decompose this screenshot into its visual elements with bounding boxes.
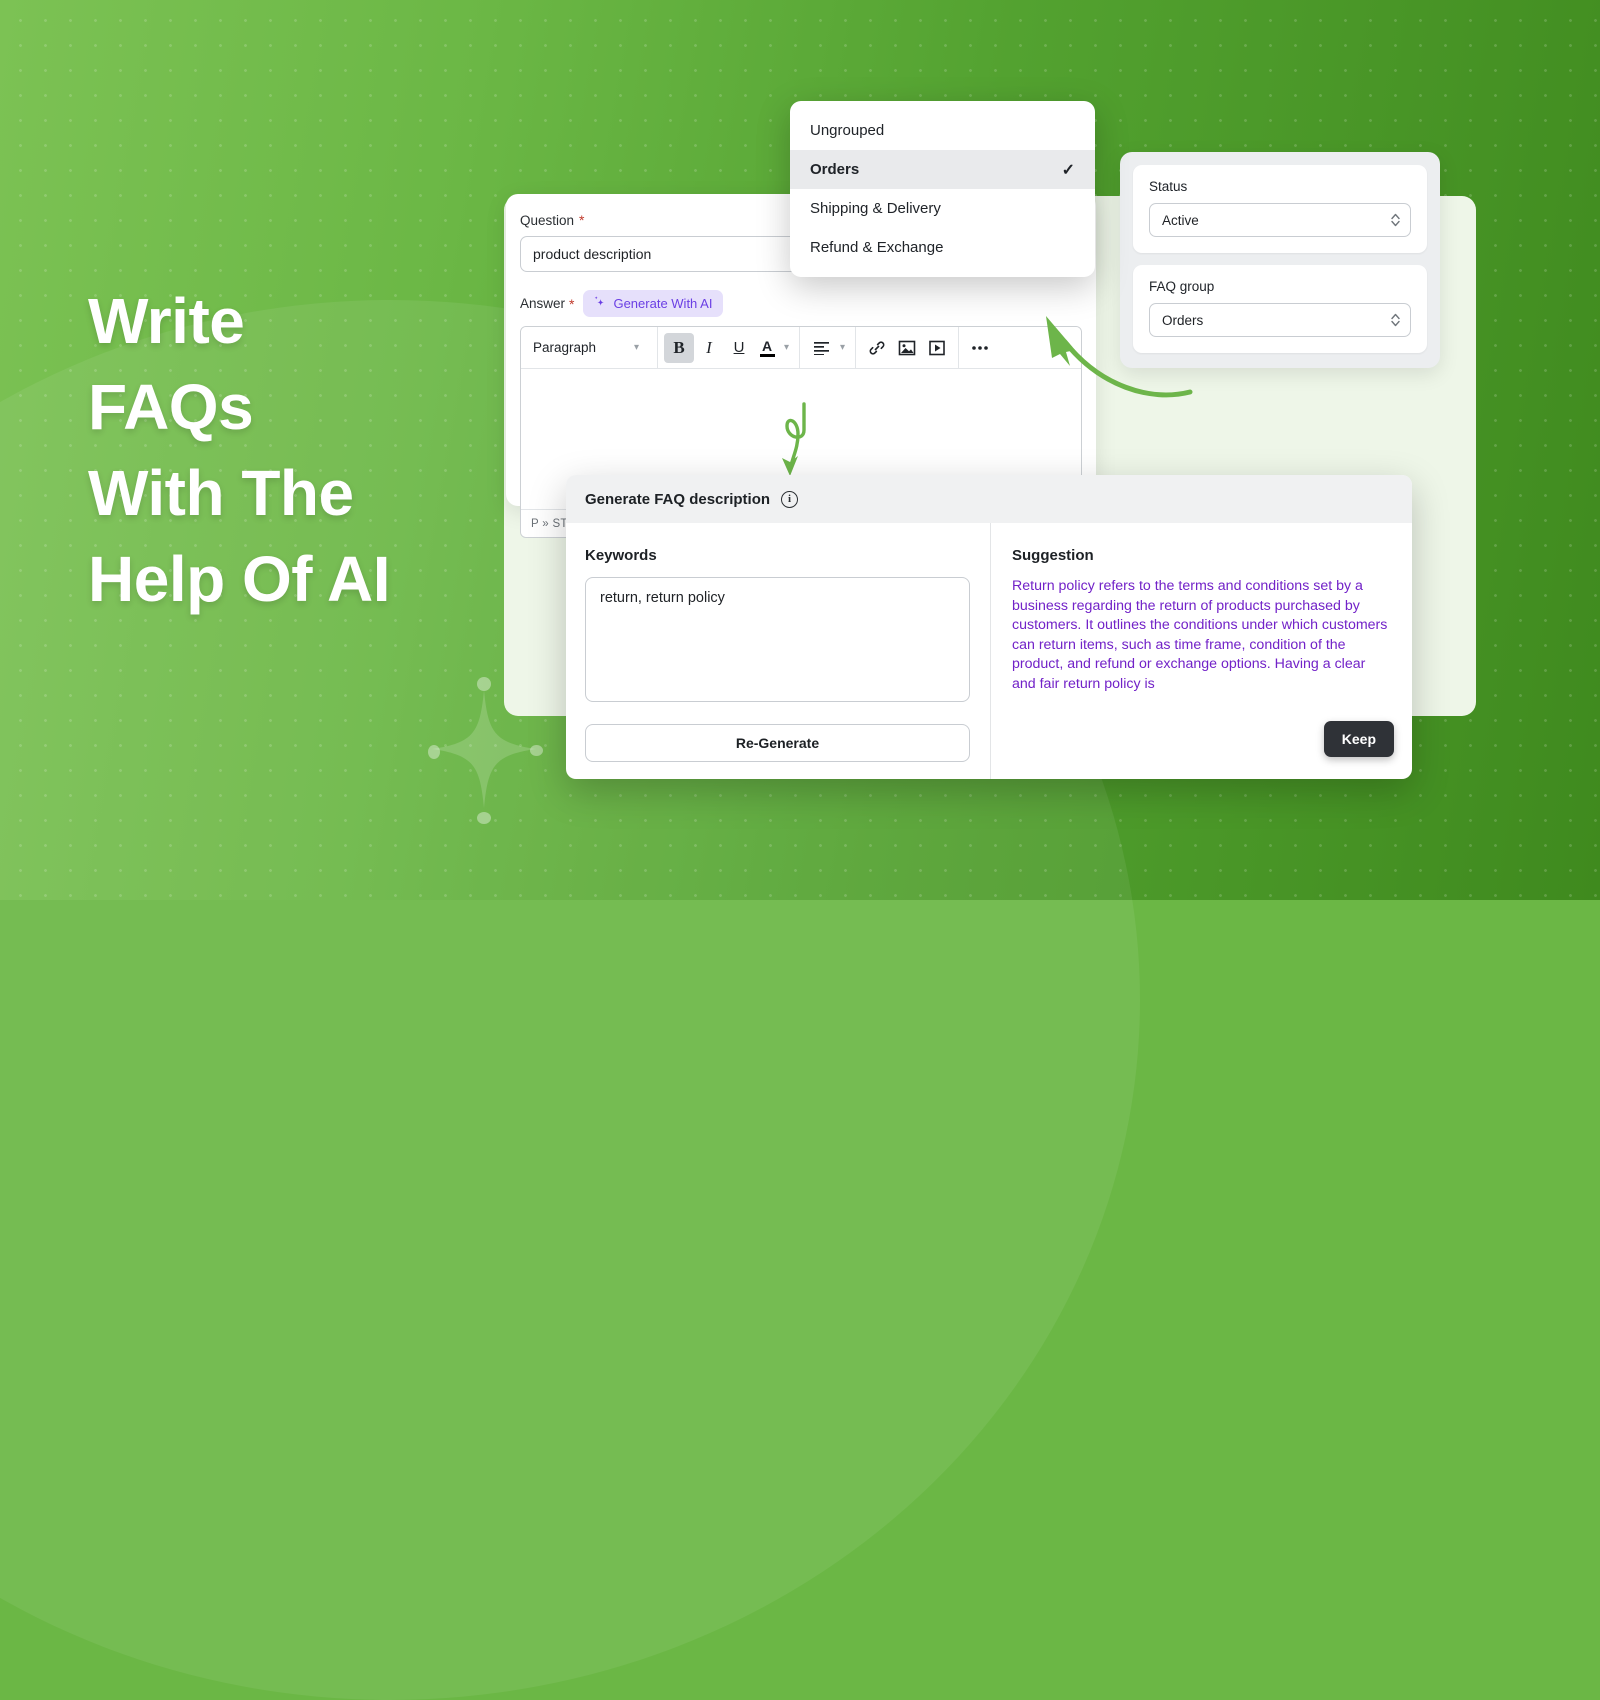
- check-icon: ✓: [1061, 161, 1075, 179]
- chevron-down-icon: ▾: [633, 342, 639, 353]
- answer-required-mark: *: [569, 295, 575, 312]
- modal-body: Keywords return, return policy Re-Genera…: [566, 523, 1412, 779]
- editor-text-format-group: B I U A ▾: [658, 327, 799, 368]
- italic-button[interactable]: I: [694, 333, 724, 363]
- text-color-chevron-down-icon[interactable]: ▾: [780, 342, 793, 353]
- faq-group-label: FAQ group: [1149, 279, 1215, 294]
- keywords-label: Keywords: [585, 547, 657, 564]
- editor-paragraph-select[interactable]: Paragraph ▾: [527, 340, 651, 355]
- editor-status-path: P » ST: [531, 517, 568, 530]
- stepper-icon: [1390, 211, 1401, 229]
- link-icon[interactable]: [862, 333, 892, 363]
- regenerate-button[interactable]: Re-Generate: [585, 724, 970, 762]
- suggestion-section: Suggestion Return policy refers to the t…: [990, 523, 1412, 779]
- status-select[interactable]: Active: [1149, 203, 1411, 237]
- dropdown-item-orders[interactable]: Orders ✓: [790, 150, 1095, 189]
- answer-row: Answer * Generate With AI: [520, 290, 1082, 317]
- answer-label: Answer *: [520, 296, 574, 312]
- editor-toolbar: Paragraph ▾ B I U A ▾ ▾: [521, 327, 1081, 369]
- keywords-input[interactable]: return, return policy: [585, 577, 970, 702]
- text-color-button[interactable]: A: [754, 333, 780, 363]
- question-input-value: product description: [533, 246, 652, 262]
- dropdown-item-label: Shipping & Delivery: [810, 200, 941, 217]
- modal-header: Generate FAQ description i: [566, 475, 1412, 523]
- sparkle-dot-small-right: [530, 745, 543, 756]
- generate-with-ai-label: Generate With AI: [613, 296, 713, 311]
- align-chevron-down-icon[interactable]: ▾: [836, 342, 849, 353]
- keywords-section: Keywords return, return policy Re-Genera…: [566, 523, 990, 779]
- editor-more-group: [959, 327, 1001, 368]
- video-icon[interactable]: [922, 333, 952, 363]
- generate-with-ai-button[interactable]: Generate With AI: [583, 290, 724, 317]
- underline-button[interactable]: U: [724, 333, 754, 363]
- keep-button[interactable]: Keep: [1323, 721, 1394, 757]
- editor-align-group: ▾: [800, 327, 855, 368]
- sparkle-dot-bottom: [477, 812, 491, 824]
- sparkle-dot-small-left: [428, 745, 440, 759]
- hero-headline: Write FAQs With The Help Of AI: [88, 285, 390, 615]
- suggestion-text: Return policy refers to the terms and co…: [1012, 578, 1388, 692]
- stepper-icon: [1390, 311, 1401, 329]
- status-card: Status Active: [1133, 165, 1427, 253]
- dropdown-item-shipping-delivery[interactable]: Shipping & Delivery: [790, 189, 1095, 228]
- text-color-letter: A: [761, 337, 773, 354]
- modal-title: Generate FAQ description: [585, 490, 771, 508]
- dropdown-item-label: Orders: [810, 161, 860, 178]
- faq-group-card: FAQ group Orders: [1133, 265, 1427, 353]
- align-left-icon[interactable]: [806, 333, 836, 363]
- dropdown-item-refund-exchange[interactable]: Refund & Exchange: [790, 228, 1095, 267]
- ai-sparkle-icon: [592, 295, 606, 312]
- faq-group-dropdown-menu: Ungrouped Orders ✓ Shipping & Delivery R…: [790, 101, 1095, 277]
- faq-group-select-value: Orders: [1162, 312, 1204, 328]
- dropdown-item-label: Ungrouped: [810, 122, 885, 139]
- text-color-swatch: [759, 353, 775, 357]
- faq-settings-panel: Status Active FAQ group Orders: [1120, 152, 1440, 368]
- faq-group-select[interactable]: Orders: [1149, 303, 1411, 337]
- bold-button[interactable]: B: [664, 332, 694, 363]
- dropdown-item-ungrouped[interactable]: Ungrouped: [790, 111, 1095, 150]
- more-options-icon[interactable]: [965, 333, 995, 363]
- info-icon[interactable]: i: [781, 490, 799, 508]
- answer-label-text: Answer: [520, 296, 566, 311]
- dropdown-item-label: Refund & Exchange: [810, 239, 944, 256]
- image-icon[interactable]: [892, 333, 922, 363]
- editor-paragraph-select-value: Paragraph: [533, 340, 597, 355]
- editor-style-select-group: Paragraph ▾: [521, 327, 657, 368]
- keywords-input-value: return, return policy: [600, 590, 725, 606]
- question-required-mark: *: [579, 212, 585, 228]
- editor-insert-group: [856, 327, 958, 368]
- suggestion-label: Suggestion: [1012, 547, 1094, 564]
- question-label-text: Question: [520, 212, 575, 228]
- sparkle-dot-top: [477, 677, 491, 691]
- generate-faq-description-modal: Generate FAQ description i Keywords retu…: [566, 475, 1412, 779]
- status-label: Status: [1149, 179, 1188, 194]
- status-select-value: Active: [1162, 212, 1199, 228]
